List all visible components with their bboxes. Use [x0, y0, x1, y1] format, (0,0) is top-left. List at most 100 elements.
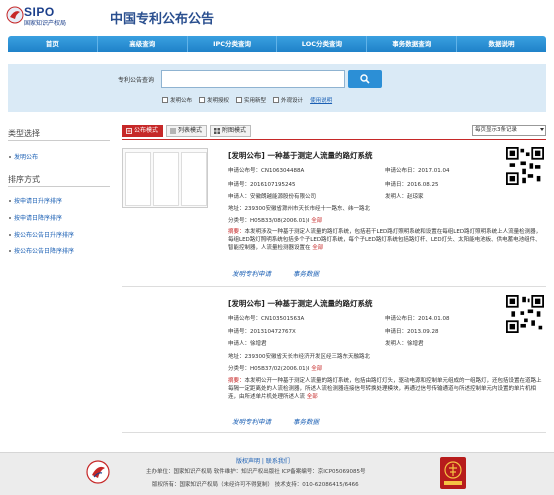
thumbnail-page	[153, 152, 179, 206]
footer-sponsor: 主办单位：国家知识产权局 软件维护：知识产权出版社 ICP备案编号：京ICP05…	[146, 469, 366, 475]
classification-all-link[interactable]: 全部	[311, 218, 322, 224]
abstract-more-link[interactable]: 全部	[312, 245, 323, 251]
app-date: 申请日：2013.09.28	[385, 329, 439, 335]
nav-transaction-search[interactable]: 事务数据查询	[367, 36, 458, 52]
claims-link[interactable]: 发明专利申请	[232, 416, 271, 426]
sipo-logo[interactable]: SIPO 国家知识产权局	[6, 4, 102, 27]
site-title: 中国专利公布公告	[110, 12, 215, 27]
record-actions: 发明专利申请 事务数据	[232, 416, 319, 426]
sidebar-sort-appdate-desc[interactable]: 按申请日降序排序	[9, 213, 62, 222]
logo-text: SIPO	[24, 5, 55, 19]
sidebar-item-label: 发明公布	[14, 154, 39, 161]
record-title[interactable]: [发明公布] 一种基于测定人流量的路灯系统	[228, 298, 372, 309]
checkbox-icon	[199, 97, 206, 103]
checkbox-icon	[236, 97, 243, 103]
transaction-data-link[interactable]: 事务数据	[293, 416, 319, 426]
record-actions: 发明专利申请 事务数据	[232, 268, 319, 278]
record-title[interactable]: [发明公布] 一种基于测定人流量的路灯系统	[228, 150, 372, 161]
main-nav: 首页 高级查询 IPC分类查询 LOC分类查询 事务数据查询 数据说明	[8, 36, 546, 52]
search-input[interactable]	[161, 70, 345, 88]
sipo-emblem-icon	[86, 460, 110, 484]
record-separator	[122, 286, 546, 287]
app-no: 申请号：201310472767X	[228, 329, 296, 335]
type-filters: 发明公布 发明授权 实用新型 外观设计 使用说明	[162, 96, 332, 104]
transaction-data-link[interactable]: 事务数据	[293, 268, 319, 278]
sidebar-item-label: 按公布公告日升序排序	[14, 232, 75, 239]
filter-design[interactable]: 外观设计	[273, 96, 303, 104]
classification: 分类号：H05B37/02(2006.01)I 全部	[228, 366, 323, 372]
thumbnail-page	[181, 152, 207, 206]
search-button[interactable]	[348, 70, 382, 88]
applicant: 申请人：徐增君	[228, 341, 267, 347]
filter-invention-grant[interactable]: 发明授权	[199, 96, 229, 104]
nav-data-description[interactable]: 数据说明	[457, 36, 546, 52]
patent-thumbnail[interactable]	[122, 148, 208, 208]
filter-label: 外观设计	[281, 98, 304, 104]
view-mode-tabs: 公布模式 列表模式 附图模式	[122, 125, 252, 137]
sidebar-item-invention-publication[interactable]: 发明公布	[9, 152, 38, 161]
tab-label: 附图模式	[222, 127, 247, 134]
bullet-icon	[9, 249, 11, 252]
government-badge-icon[interactable]	[440, 457, 466, 489]
divider	[8, 140, 110, 141]
nav-advanced-search[interactable]: 高级查询	[98, 36, 188, 52]
abstract: 摘要：本发明涉及一种基于测定人流量的路灯系统，包括若干LED路灯照明系统和设置在…	[228, 229, 542, 251]
search-label: 专利公告查询	[118, 77, 155, 84]
pub-no: 申请公布号：CN103501563A	[228, 316, 305, 322]
footer-links[interactable]: 版权声明 | 联系我们	[236, 456, 290, 465]
tab-image-mode[interactable]: 附图模式	[210, 125, 252, 137]
sidebar-item-label: 按公布公告日降序排序	[14, 248, 75, 255]
logo-emblem-icon	[6, 6, 24, 24]
inventor: 发明人：赵琼家	[385, 194, 424, 200]
filter-label: 发明授权	[207, 98, 230, 104]
filter-utility-model[interactable]: 实用新型	[236, 96, 266, 104]
filter-label: 发明公布	[170, 98, 193, 104]
sidebar-sort-appdate-asc[interactable]: 按申请日升序排序	[9, 196, 62, 205]
bullet-icon	[9, 199, 11, 202]
sidebar-sort-pubdate-asc[interactable]: 按公布公告日升序排序	[9, 230, 74, 239]
page-size-value: 每页显示3条记录	[475, 127, 517, 133]
sidebar-item-label: 按申请日升序排序	[14, 198, 63, 205]
usage-link[interactable]: 使用说明	[310, 96, 332, 104]
bullet-icon	[9, 233, 11, 236]
type-heading: 类型选择	[8, 129, 40, 138]
search-icon	[360, 74, 370, 84]
bullet-icon	[9, 216, 11, 219]
tab-publication-mode[interactable]: 公布模式	[122, 125, 164, 137]
app-date: 申请日：2016.08.25	[385, 182, 439, 188]
checkbox-icon	[162, 97, 168, 103]
tab-label: 公布模式	[134, 127, 159, 134]
bullet-icon	[9, 155, 11, 158]
list-icon	[170, 128, 177, 134]
tab-list-mode[interactable]: 列表模式	[166, 125, 208, 137]
filter-label: 实用新型	[244, 98, 267, 104]
checkbox-icon	[273, 97, 280, 103]
pub-no: 申请公布号：CN106304488A	[228, 168, 305, 174]
nav-home[interactable]: 首页	[8, 36, 98, 52]
inventor: 发明人：徐增君	[385, 341, 424, 347]
nav-ipc-search[interactable]: IPC分类查询	[188, 36, 278, 52]
thumbnail-page	[125, 152, 151, 206]
filter-invention-publication[interactable]: 发明公布	[162, 96, 192, 104]
qr-code-icon	[506, 295, 544, 333]
sidebar-item-label: 按申请日降序排序	[14, 215, 63, 222]
abstract-more-link[interactable]: 全部	[307, 394, 318, 400]
address: 地址：239300安徽省天长市经济开发区经三路东天融路北	[228, 354, 371, 360]
sidebar-sort-pubdate-desc[interactable]: 按公布公告日降序排序	[9, 246, 74, 255]
claims-link[interactable]: 发明专利申请	[232, 268, 271, 278]
sort-heading: 排序方式	[8, 175, 40, 184]
nav-loc-search[interactable]: LOC分类查询	[277, 36, 368, 52]
page-size-select[interactable]: 每页显示3条记录	[472, 125, 546, 136]
classification-all-link[interactable]: 全部	[311, 366, 322, 372]
tab-label: 列表模式	[178, 127, 203, 134]
chevron-down-icon	[540, 128, 544, 131]
divider	[8, 186, 110, 187]
classification: 分类号：H05B33/08(2006.01)I 全部	[228, 218, 323, 224]
applicant: 申请人：安徽朗越能源股份有限公司	[228, 194, 317, 200]
grid-icon	[214, 128, 221, 134]
pub-date: 申请公布日：2014.01.08	[385, 316, 450, 322]
logo-org: 国家知识产权局	[24, 20, 67, 27]
pub-date: 申请公布日：2017.01.04	[385, 168, 450, 174]
address: 地址：239300安徽省滁州市天长市经十一路东、纬一路北	[228, 206, 371, 212]
abstract: 摘要：本发明公开一种基于测定人流量的路灯系统，包括由路灯灯头，驱动电源和控制单元…	[228, 378, 542, 400]
